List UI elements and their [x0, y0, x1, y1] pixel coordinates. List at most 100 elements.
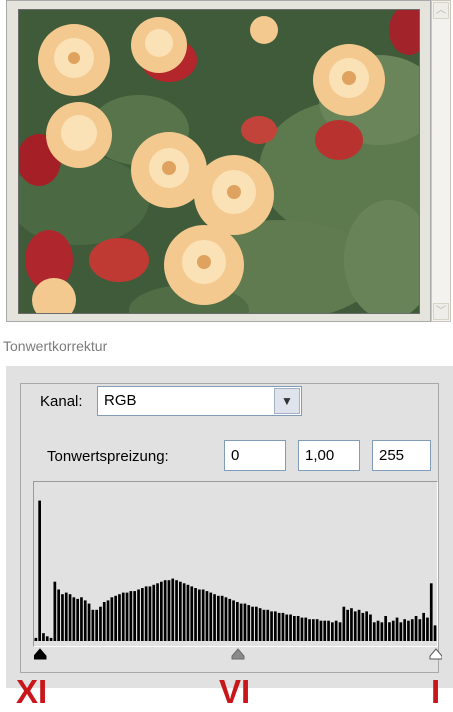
histogram-bar — [34, 637, 38, 641]
histogram-bar — [76, 598, 79, 641]
histogram-bar — [414, 616, 418, 641]
histogram-bar — [91, 609, 95, 641]
input-levels-slider[interactable] — [33, 645, 443, 661]
black-point-handle[interactable] — [33, 648, 47, 660]
histogram-bar — [64, 592, 68, 641]
histogram-bar — [49, 637, 53, 641]
histogram-bar — [395, 617, 399, 641]
histogram-bar — [399, 622, 403, 641]
histogram-bar — [171, 578, 175, 641]
histogram-bar — [38, 500, 41, 641]
histogram-bar — [133, 591, 136, 641]
histogram-bar — [125, 592, 129, 641]
histogram-bar — [266, 609, 270, 641]
preview-image — [18, 9, 420, 314]
histogram-bar — [255, 606, 258, 641]
histogram-bar — [121, 592, 125, 641]
histogram-bar — [198, 589, 201, 641]
histogram-bar — [42, 633, 45, 641]
histogram-bar — [338, 622, 342, 641]
channel-value: RGB — [104, 392, 137, 409]
histogram-bar — [262, 609, 266, 641]
histogram-bar — [433, 625, 437, 641]
histogram-bar — [270, 611, 273, 641]
histogram-bar — [357, 609, 361, 641]
histogram-bar — [296, 616, 300, 641]
histogram-bar — [61, 594, 64, 641]
dialog-title: Tonwertkorrektur — [0, 328, 453, 364]
input-levels-label: Tonwertspreizung: — [47, 448, 169, 465]
histogram-bar — [160, 581, 163, 641]
slider-track-svg[interactable] — [33, 645, 443, 661]
histogram-bar — [102, 602, 106, 641]
histogram-bar — [205, 591, 209, 641]
histogram-bar — [334, 620, 338, 641]
histogram-bar — [186, 584, 190, 641]
histogram-bar — [95, 609, 98, 641]
black-input-field[interactable]: 0 — [224, 440, 286, 471]
histogram-bar — [80, 597, 83, 641]
histogram-bar — [365, 611, 368, 641]
histogram-bar — [315, 619, 319, 641]
histogram-bar — [342, 606, 346, 641]
histogram-bar — [232, 600, 235, 641]
histogram-bar — [331, 622, 334, 641]
histogram-bar — [376, 620, 380, 641]
histogram-bar — [327, 620, 330, 641]
histogram-bar — [144, 586, 148, 641]
histogram-bar — [429, 583, 433, 641]
histogram-bar — [281, 612, 285, 641]
histogram-bar — [388, 622, 391, 641]
histogram-bar — [220, 595, 224, 641]
histogram-bar — [346, 609, 349, 641]
scroll-up-button[interactable]: ︿ — [433, 2, 449, 19]
histogram-bar — [179, 581, 182, 641]
histogram-bar — [372, 622, 376, 641]
histogram-bar — [156, 583, 159, 641]
histogram-bar — [300, 617, 304, 641]
histogram-bar — [312, 619, 315, 641]
histogram-bar — [148, 586, 152, 641]
histogram-bar — [72, 597, 76, 641]
scroll-down-button[interactable]: ﹀ — [433, 303, 449, 320]
white-input-field[interactable]: 255 — [372, 440, 431, 471]
histogram-bar — [163, 580, 167, 641]
histogram-bar — [258, 608, 262, 641]
levels-dialog: Kanal: RGB ▼ Tonwertspreizung: 0 1,00 25… — [6, 366, 453, 688]
histogram-bar — [384, 616, 387, 641]
histogram-bar — [323, 620, 327, 641]
histogram-bar — [308, 619, 311, 641]
histogram-bar — [361, 612, 365, 641]
histogram-bar — [369, 614, 372, 641]
annotation-label-right: I — [431, 673, 441, 710]
histogram-bar — [224, 597, 228, 641]
histogram-bar — [167, 580, 171, 641]
histogram-bar — [99, 606, 102, 641]
histogram-bar — [319, 620, 323, 641]
histogram-bar — [274, 611, 277, 641]
histogram-bar — [277, 612, 281, 641]
histogram-bar — [293, 616, 296, 641]
histogram-bar — [304, 617, 308, 641]
histogram-bar — [190, 586, 194, 641]
histogram-bar — [106, 600, 110, 641]
histogram-bar — [68, 594, 72, 641]
white-point-handle[interactable] — [429, 648, 443, 660]
preview-scrollbar[interactable]: ︿ ﹀ — [431, 0, 451, 322]
annotation-label-left: XI — [16, 673, 48, 710]
histogram-bar — [129, 591, 133, 641]
histogram-bar — [141, 588, 144, 641]
histogram-bar — [239, 603, 243, 641]
histogram-bar — [247, 605, 251, 641]
chevron-down-icon[interactable]: ▼ — [274, 388, 300, 414]
histogram-bar — [213, 594, 216, 641]
channel-select[interactable]: RGB ▼ — [97, 386, 302, 416]
histogram-bar — [217, 595, 220, 641]
histogram-bar — [194, 588, 197, 641]
gamma-handle[interactable] — [231, 648, 245, 660]
gamma-input-field[interactable]: 1,00 — [298, 440, 360, 471]
histogram-bar — [137, 589, 140, 641]
histogram-bar — [418, 619, 422, 641]
histogram-bar — [391, 620, 395, 641]
histogram-bar — [209, 592, 213, 641]
